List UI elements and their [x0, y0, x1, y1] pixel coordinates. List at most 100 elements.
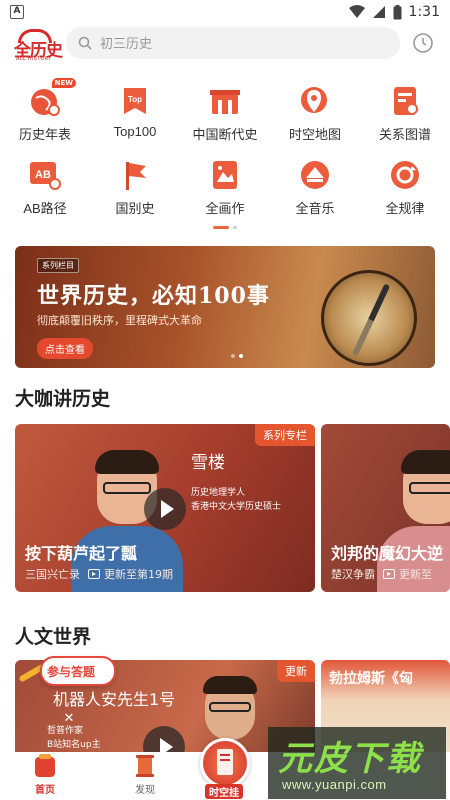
- lecture-card[interactable]: 刘邦的魔幻大逆 楚汉争霸 更新至: [321, 424, 450, 592]
- series-tag: 系列专栏: [255, 424, 315, 446]
- page-dot: [233, 226, 237, 229]
- lecture-title: 按下葫芦起了瓢: [25, 544, 138, 563]
- banner-title: 世界历史，必知100事: [37, 283, 270, 309]
- promo-banner[interactable]: 系列栏目 世界历史，必知100事 彻底颠覆旧秩序，里程碑式大革命 点击查看: [15, 246, 435, 368]
- close-icon[interactable]: ✕: [62, 712, 76, 726]
- svg-text:AB: AB: [35, 169, 51, 181]
- feature-ab-path[interactable]: AB AB路径: [0, 154, 90, 226]
- feature-label: 全音乐: [295, 201, 335, 216]
- new-badge: NEW: [51, 78, 76, 88]
- page-dot-active: [213, 226, 229, 229]
- banner-page-indicator: [231, 354, 243, 358]
- speaker-desc: 历史地理学人 香港中文大学历史硕士: [191, 488, 282, 512]
- feature-label: 中国断代史: [192, 127, 258, 142]
- feature-row-2: AB AB路径 国别史 全画作 全音乐 全规律: [0, 154, 450, 226]
- banner-dot: [231, 354, 235, 358]
- speaker-hair: [95, 450, 159, 474]
- feature-top100[interactable]: Top Top100: [90, 80, 180, 152]
- nav-label: 首页: [35, 785, 55, 796]
- logo-subtext: ALL HISTORY: [16, 56, 52, 62]
- feature-label: AB路径: [23, 201, 67, 216]
- play-icon[interactable]: [144, 488, 186, 530]
- humanities-desc: 哲普作家 B站知名up主: [47, 726, 101, 750]
- paintings-icon: [208, 158, 242, 192]
- lecture-series: 三国兴亡录: [25, 568, 80, 581]
- host-glasses: [209, 702, 251, 712]
- speaker-hair: [401, 450, 450, 474]
- lecture-card[interactable]: 系列专栏 雪楼 历史地理学人 香港中文大学历史硕士 按下葫芦起了瓢 三国兴亡录 …: [15, 424, 315, 592]
- nav-label: 发现: [135, 785, 155, 796]
- banner-cta-button[interactable]: 点击查看: [37, 338, 93, 359]
- video-icon: [88, 569, 100, 579]
- search-icon: [78, 36, 92, 50]
- feature-grid: NEW 历史年表 Top Top100 中国断代史 时空地图 关系图谱 AB A…: [0, 78, 450, 228]
- nav-spacetime-label: 时空挂: [205, 784, 243, 799]
- battery-icon: [393, 4, 402, 19]
- feature-music[interactable]: 全音乐: [270, 154, 360, 226]
- feature-relation-graph[interactable]: 关系图谱: [360, 80, 450, 152]
- clock-history-icon[interactable]: [412, 32, 434, 54]
- humanities-title: 勃拉姆斯《匈: [329, 671, 413, 687]
- quiz-float-button[interactable]: 参与答题: [14, 648, 124, 698]
- home-icon: [32, 753, 58, 779]
- compass-needle: [351, 283, 391, 357]
- feature-label: 全画作: [205, 201, 245, 216]
- lecture-update: 更新至第19期: [104, 568, 173, 581]
- lecture-meta: 三国兴亡录 更新至第19期: [25, 566, 173, 582]
- quiz-label: 参与答题: [47, 665, 96, 679]
- feature-world-timeline[interactable]: NEW 历史年表: [0, 78, 90, 152]
- chinese-dynasty-icon: [208, 84, 242, 118]
- signal-icon: [372, 6, 385, 18]
- feature-row-1: NEW 历史年表 Top Top100 中国断代史 时空地图 关系图谱: [0, 78, 450, 152]
- watermark-url: www.yuanpi.com: [282, 777, 387, 792]
- spacetime-map-icon: [298, 84, 332, 118]
- search-bar[interactable]: [66, 27, 400, 59]
- section-title-humanities: 人文世界: [15, 626, 92, 648]
- patterns-icon: [388, 158, 422, 192]
- svg-text:Top: Top: [128, 95, 142, 104]
- lecture-series: 楚汉争霸: [331, 568, 375, 581]
- country-history-icon: [118, 158, 152, 192]
- banner-dot-active: [239, 354, 243, 358]
- lecture-meta: 楚汉争霸 更新至: [331, 566, 432, 582]
- feature-label: 国别史: [115, 201, 155, 216]
- feature-country-history[interactable]: 国别史: [90, 154, 180, 226]
- status-bar: A 1:31: [0, 0, 450, 24]
- header: 全历史 ALL HISTORY: [0, 24, 450, 66]
- search-input[interactable]: [100, 35, 360, 51]
- video-icon: [383, 569, 395, 579]
- watermark-title: 元皮下载: [278, 739, 422, 779]
- host-hair: [203, 676, 257, 694]
- banner-subtitle: 彻底颠覆旧秩序，里程碑式大革命: [37, 314, 202, 327]
- ab-path-icon: AB: [28, 158, 62, 192]
- scroll-discover-icon: [132, 753, 158, 779]
- section-title-lectures: 大咖讲历史: [15, 388, 111, 410]
- update-tag: 更新: [277, 660, 315, 682]
- status-time: 1:31: [408, 4, 440, 20]
- lecture-update: 更新至: [399, 568, 432, 581]
- nav-home[interactable]: 首页: [0, 752, 90, 800]
- wifi-icon: [348, 5, 365, 18]
- nav-discover[interactable]: 发现: [100, 752, 190, 800]
- feature-label: Top100: [113, 124, 157, 139]
- feature-spacetime-map[interactable]: 时空地图: [270, 80, 360, 152]
- feature-label: 历史年表: [18, 127, 71, 142]
- speaker-glasses: [103, 482, 151, 494]
- lecture-title: 刘邦的魔幻大逆: [331, 544, 444, 563]
- speaker-glasses: [409, 482, 450, 494]
- grid-page-indicator: [0, 226, 450, 229]
- spacetime-scroll-icon: [217, 749, 233, 775]
- feature-chinese-dynasty[interactable]: 中国断代史: [180, 80, 270, 152]
- feature-label: 关系图谱: [378, 127, 431, 142]
- feature-paintings[interactable]: 全画作: [180, 154, 270, 226]
- feature-label: 全规律: [385, 201, 425, 216]
- app-logo[interactable]: 全历史 ALL HISTORY: [14, 28, 63, 64]
- relation-graph-icon: [388, 84, 422, 118]
- notification-a-icon: A: [10, 5, 24, 19]
- feature-label: 时空地图: [288, 127, 341, 142]
- status-right: 1:31: [348, 4, 440, 20]
- speaker-name: 雪楼: [191, 453, 225, 473]
- feature-patterns[interactable]: 全规律: [360, 154, 450, 226]
- nav-spacetime-button[interactable]: [200, 738, 250, 788]
- compass-image: [321, 270, 417, 366]
